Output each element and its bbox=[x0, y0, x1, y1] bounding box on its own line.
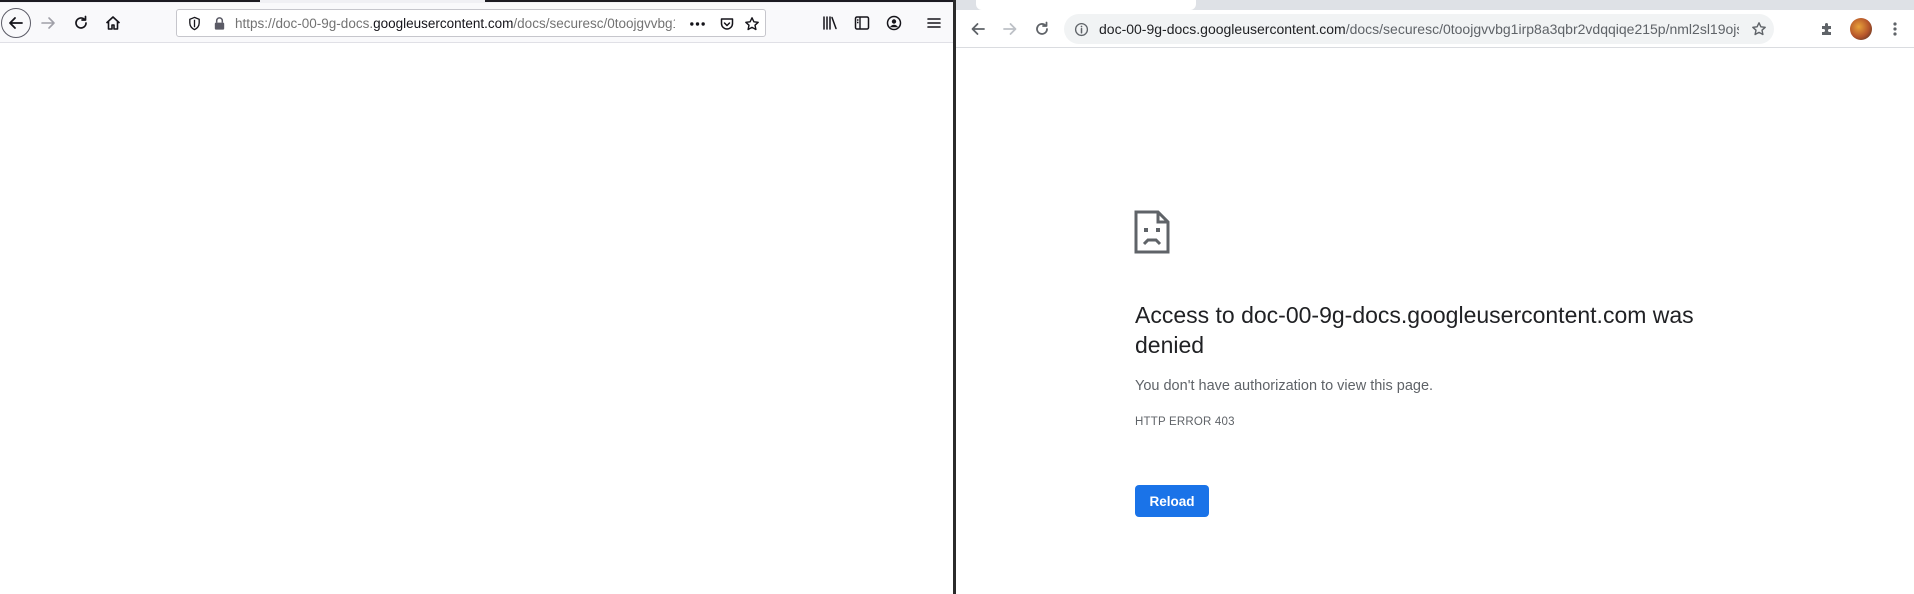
sidebar-button[interactable] bbox=[848, 9, 876, 37]
pocket-button[interactable] bbox=[717, 15, 737, 33]
shield-icon[interactable] bbox=[187, 16, 202, 31]
error-description: You don't have authorization to view thi… bbox=[1135, 378, 1434, 394]
url-text: https://doc-00-9g-docs.googleusercontent… bbox=[235, 16, 675, 31]
url-path: /docs/securesc/0toojgvvbg1irp8a3qbr2vdqq… bbox=[513, 15, 675, 31]
error-title: Access to doc-00-9g-docs.googleuserconte… bbox=[1135, 302, 1694, 358]
firefox-url-bar[interactable]: https://doc-00-9g-docs.googleusercontent… bbox=[176, 9, 766, 37]
account-icon bbox=[886, 15, 902, 31]
forward-button[interactable] bbox=[34, 9, 62, 37]
back-arrow-icon bbox=[9, 17, 23, 29]
url-host: doc-00-9g-docs.googleusercontent.com bbox=[1099, 21, 1346, 37]
lock-icon[interactable] bbox=[212, 16, 227, 31]
back-button[interactable] bbox=[1, 8, 31, 38]
reload-icon bbox=[75, 15, 87, 29]
firefox-window: https://doc-00-9g-docs.googleusercontent… bbox=[0, 0, 955, 594]
back-button[interactable] bbox=[965, 16, 991, 42]
star-icon bbox=[1752, 22, 1766, 36]
url-text: doc-00-9g-docs.googleusercontent.com/doc… bbox=[1099, 21, 1739, 37]
url-path: /docs/securesc/0toojgvvbg1irp8a3qbr2vdqq… bbox=[1345, 21, 1739, 37]
back-arrow-icon bbox=[971, 23, 985, 35]
info-icon[interactable] bbox=[1074, 22, 1089, 37]
home-icon bbox=[105, 16, 121, 30]
chrome-omnibox[interactable]: doc-00-9g-docs.googleusercontent.com/doc… bbox=[1064, 14, 1774, 44]
firefox-tab-indicator bbox=[0, 0, 260, 2]
firefox-page-content bbox=[0, 44, 955, 594]
forward-arrow-icon bbox=[41, 17, 55, 29]
pocket-icon bbox=[720, 18, 734, 30]
chrome-toolbar: doc-00-9g-docs.googleusercontent.com/doc… bbox=[956, 10, 1914, 48]
hamburger-menu-icon bbox=[927, 18, 941, 28]
error-code: HTTP ERROR 403 bbox=[1135, 416, 1235, 428]
more-dots-icon bbox=[689, 22, 705, 26]
sad-page-icon bbox=[1134, 210, 1170, 254]
forward-arrow-icon bbox=[1003, 23, 1017, 35]
chrome-active-tab[interactable] bbox=[976, 0, 1196, 10]
forward-button[interactable] bbox=[997, 16, 1023, 42]
star-icon bbox=[745, 17, 759, 31]
menu-button[interactable] bbox=[1882, 16, 1908, 42]
extensions-button[interactable] bbox=[1814, 16, 1840, 42]
puzzle-icon bbox=[1822, 23, 1831, 35]
account-button[interactable] bbox=[880, 9, 908, 37]
library-icon bbox=[823, 16, 837, 30]
avatar[interactable] bbox=[1850, 18, 1872, 40]
menu-button[interactable] bbox=[920, 9, 948, 37]
reload-page-button[interactable]: Reload bbox=[1135, 485, 1209, 517]
page-actions-button[interactable] bbox=[687, 15, 707, 33]
reload-button[interactable] bbox=[1029, 16, 1055, 42]
reload-button[interactable] bbox=[67, 9, 95, 37]
url-domain: googleusercontent.com bbox=[373, 15, 514, 31]
library-button[interactable] bbox=[816, 9, 844, 37]
reload-icon bbox=[1036, 21, 1048, 35]
chrome-window: doc-00-9g-docs.googleusercontent.com/doc… bbox=[956, 0, 1914, 594]
sidebar-icon bbox=[854, 16, 870, 30]
url-prefix: https://doc-00-9g-docs. bbox=[235, 15, 374, 31]
home-button[interactable] bbox=[99, 9, 127, 37]
firefox-tab-indicator bbox=[485, 0, 955, 2]
firefox-toolbar: https://doc-00-9g-docs.googleusercontent… bbox=[0, 3, 955, 43]
chrome-page-content: Access to doc-00-9g-docs.googleuserconte… bbox=[956, 49, 1914, 594]
kebab-menu-icon bbox=[1893, 22, 1897, 36]
bookmark-button[interactable] bbox=[742, 15, 762, 33]
bookmark-button[interactable] bbox=[1750, 20, 1768, 38]
chrome-tab-strip bbox=[956, 0, 1914, 10]
